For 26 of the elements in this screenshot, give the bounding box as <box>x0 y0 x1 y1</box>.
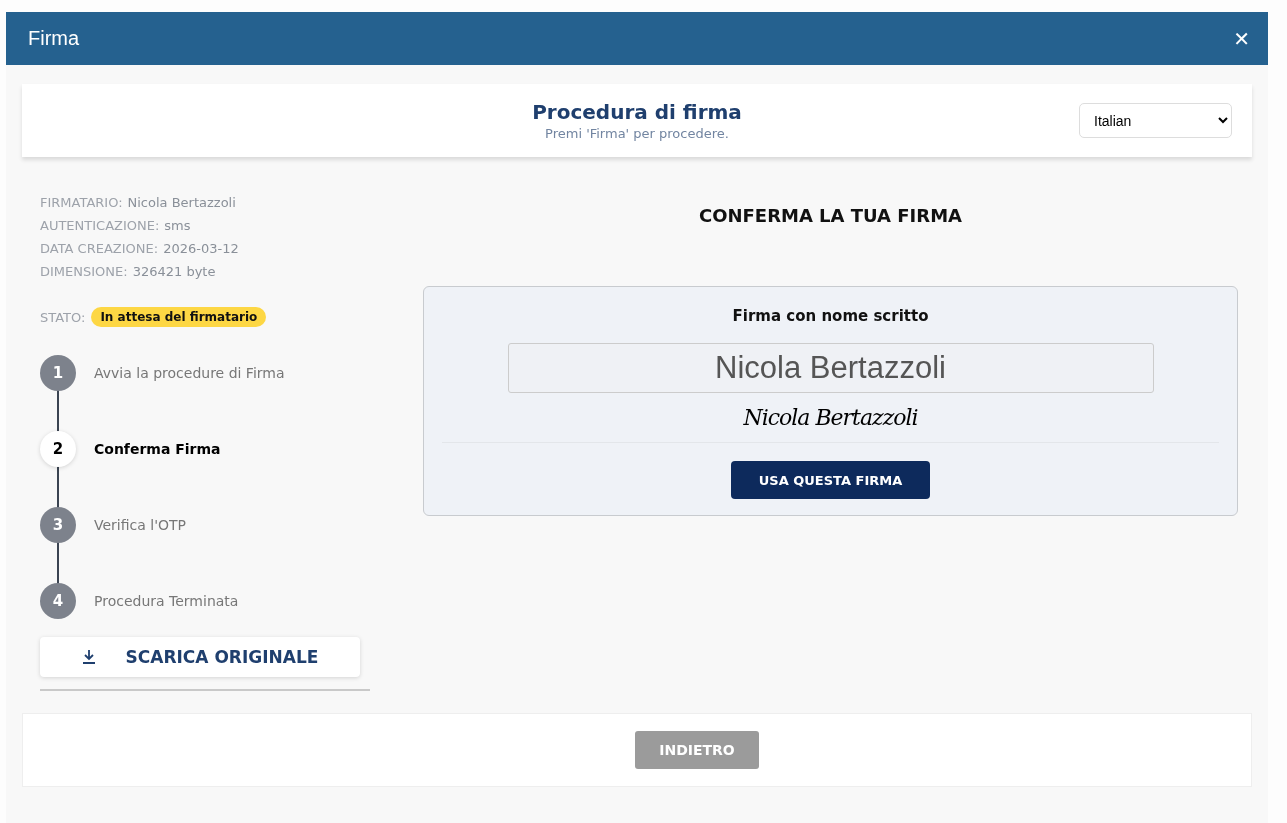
close-button[interactable]: ✕ <box>1233 26 1250 51</box>
use-signature-button[interactable]: USA QUESTA FIRMA <box>730 461 931 499</box>
step-label: Procedura Terminata <box>94 593 239 609</box>
info-line: DATA CREAZIONE: 2026-03-12 <box>40 240 240 258</box>
status-label: STATO: <box>40 309 86 325</box>
step-label: Avvia la procedure di Firma <box>94 365 285 381</box>
card-title: Firma con nome scritto <box>732 307 929 325</box>
status-badge: In attesa del firmatario <box>91 307 267 327</box>
procedure-subtitle: Premi 'Firma' per procedere. <box>545 126 729 141</box>
info-line: AUTENTICAZIONE: sms <box>40 217 192 235</box>
step-label: Conferma Firma <box>94 441 221 457</box>
step-number: 2 <box>40 431 76 467</box>
step-number: 3 <box>40 507 76 543</box>
info-line: FIRMATARIO: Nicola Bertazzoli <box>40 194 237 212</box>
window-title: Firma <box>28 27 80 50</box>
download-button[interactable]: SCARICA ORIGINALE <box>40 637 360 677</box>
step-number: 4 <box>40 583 76 619</box>
step-number: 1 <box>40 355 76 391</box>
download-icon <box>81 649 96 665</box>
name-input-field[interactable]: Nicola Bertazzoli <box>507 343 1154 393</box>
step-label: Verifica l'OTP <box>94 517 187 533</box>
procedure-title: Procedura di firma <box>532 100 742 124</box>
info-line: DIMENSIONE: 326421 byte <box>40 263 217 281</box>
signature-preview: Nicola Bertazzoli <box>743 405 918 430</box>
language-select[interactable]: Italian <box>1079 103 1232 138</box>
section-heading: CONFERMA LA TUA FIRMA <box>698 205 962 226</box>
